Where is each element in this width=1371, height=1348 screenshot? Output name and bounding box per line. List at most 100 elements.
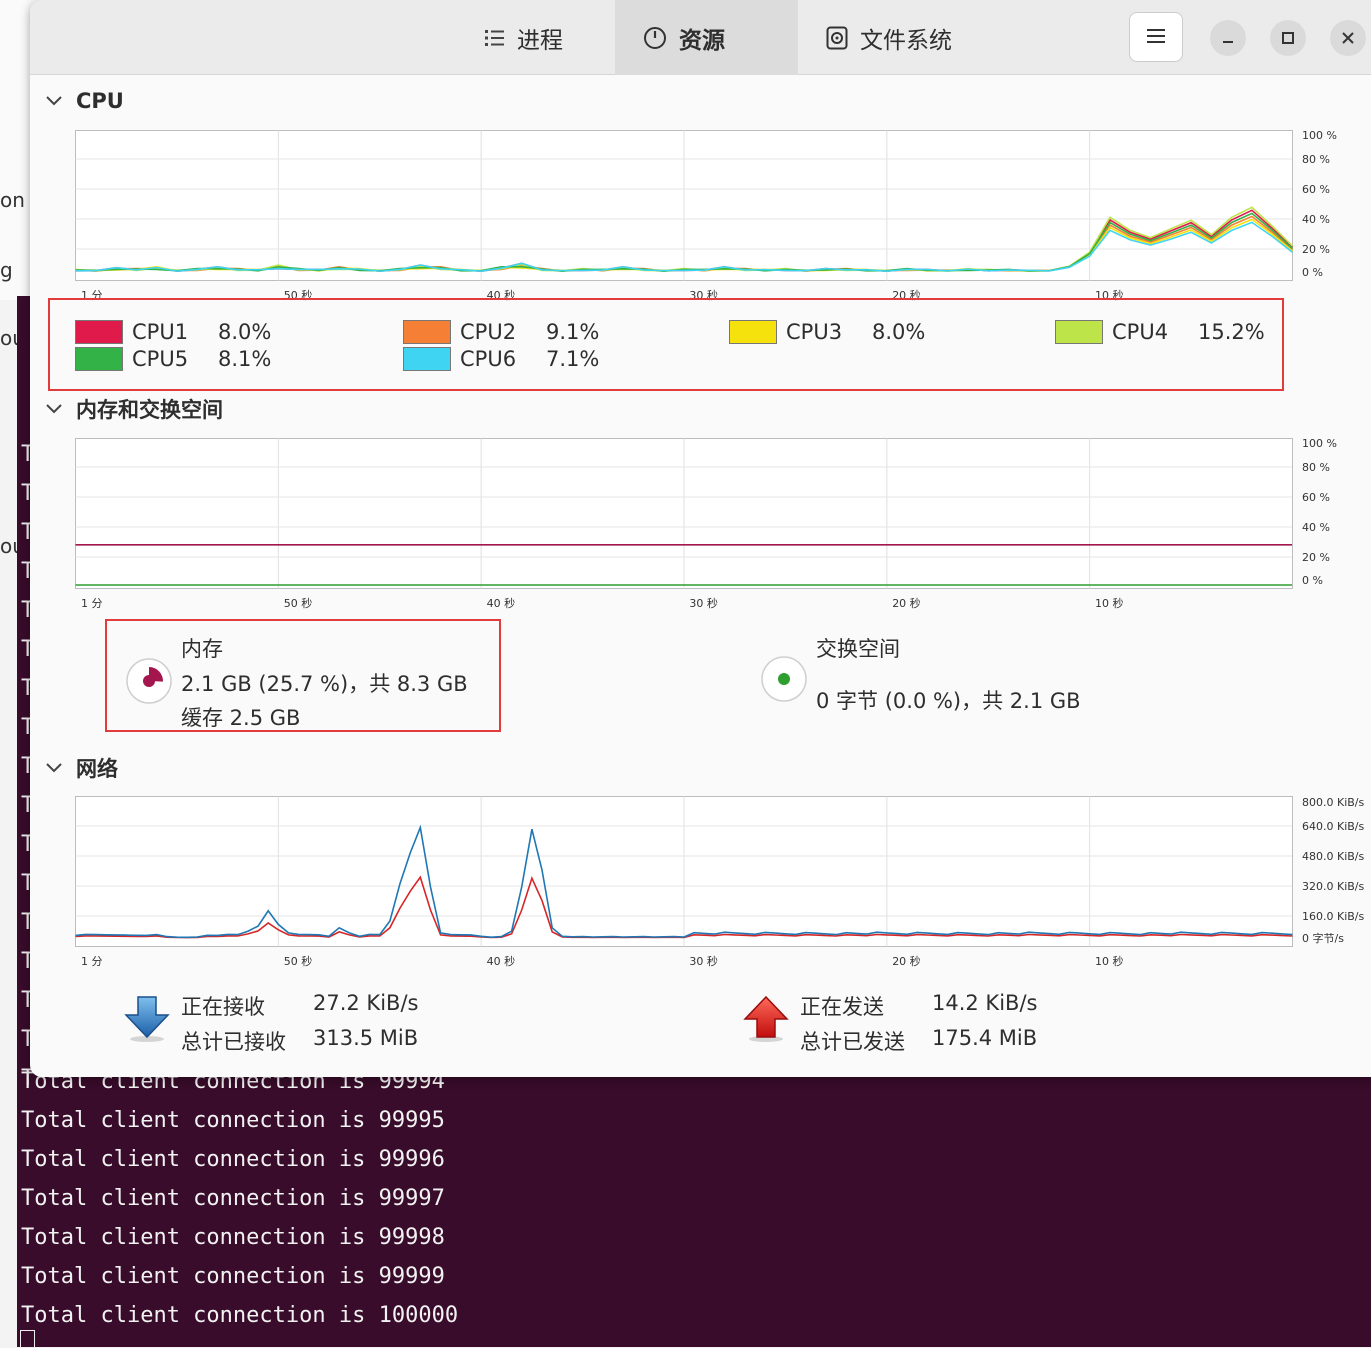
list-icon <box>485 29 505 47</box>
close-icon <box>1342 29 1354 48</box>
maximize-icon <box>1282 29 1294 48</box>
memory-pie-center <box>143 675 155 687</box>
y-tick-label: 640.0 KiB/s <box>1302 820 1365 833</box>
terminal-cursor <box>20 1330 35 1348</box>
cpu-legend: CPU1 8.0% CPU2 9.1% CPU3 8.0% CPU4 15.2% CPU5 8.1… <box>48 298 1284 391</box>
cpu-name: CPU5 <box>132 347 189 371</box>
hamburger-icon <box>1147 28 1165 47</box>
cpu-usage-value: 7.1% <box>546 347 600 371</box>
x-tick-label: 40 秒 <box>487 954 515 968</box>
cpu-legend-item: CPU1 8.0% <box>75 320 271 344</box>
cpu-usage-value: 8.0% <box>218 320 272 344</box>
color-swatch-button[interactable] <box>403 347 451 371</box>
maximize-button[interactable] <box>1270 20 1306 56</box>
memory-history-graph: 100 % 80 % 60 % 40 % 20 % 0 % 1 分 50 秒 40 秒 30 秒 2… <box>75 437 1371 613</box>
terminal-line: Total client connection is 99995 <box>21 1108 445 1133</box>
swap-pie-icon <box>760 655 808 707</box>
cpu-legend-item: CPU2 9.1% <box>403 320 599 344</box>
cpu-section-toggle[interactable]: CPU <box>46 89 124 113</box>
receiving-label: 正在接收 <box>181 995 265 1019</box>
cpu-name: CPU2 <box>460 320 517 344</box>
swap-pie-center <box>778 673 790 685</box>
network-history-graph: 800.0 KiB/s 640.0 KiB/s 480.0 KiB/s 320.0 K… <box>75 796 1371 971</box>
color-swatch-button[interactable] <box>729 320 777 344</box>
y-tick-label: 0 % <box>1302 574 1323 587</box>
x-tick-label: 10 秒 <box>1095 596 1124 610</box>
cpu-name: CPU3 <box>786 320 843 344</box>
cpu-name: CPU6 <box>460 347 517 371</box>
y-tick-label: 80 % <box>1302 461 1330 474</box>
chevron-down-icon <box>46 96 62 106</box>
x-tick-label: 50 秒 <box>284 954 313 968</box>
y-tick-label: 80 % <box>1302 153 1330 166</box>
cpu-usage-value: 15.2% <box>1198 320 1265 344</box>
cpu-name: CPU4 <box>1112 320 1169 344</box>
y-tick-label: 320.0 KiB/s <box>1302 880 1365 893</box>
cpu-legend-item: CPU4 15.2% <box>1055 320 1265 344</box>
tab-label: 资源 <box>679 27 725 54</box>
main-menu-button[interactable] <box>1129 12 1183 62</box>
receiving-value: 27.2 KiB/s <box>313 991 419 1015</box>
minimize-button[interactable] <box>1210 20 1246 56</box>
cpu-name: CPU1 <box>132 320 189 344</box>
y-tick-label: 0 字节/s <box>1302 931 1344 945</box>
y-tick-label: 100 % <box>1302 129 1337 142</box>
cpu-legend-item: CPU3 8.0% <box>729 320 925 344</box>
y-tick-label: 800.0 KiB/s <box>1302 796 1365 809</box>
upload-arrow-icon <box>743 995 789 1047</box>
close-button[interactable] <box>1330 20 1366 56</box>
cpu-usage-value: 8.0% <box>872 320 926 344</box>
x-tick-label: 30 秒 <box>689 596 718 610</box>
tab-label: 进程 <box>517 27 563 54</box>
x-tick-label: 1 分 <box>81 597 103 610</box>
x-tick-label: 50 秒 <box>284 596 313 610</box>
memory-title: 内存 <box>181 637 223 661</box>
memory-section-toggle[interactable]: 内存和交换空间 <box>46 394 223 424</box>
memory-usage: 2.1 GB (25.7 %)，共 8.3 GB <box>181 672 468 696</box>
x-tick-label: 1 分 <box>81 955 103 968</box>
tab-label: 文件系统 <box>860 27 952 54</box>
terminal-line: Total client connection is 99998 <box>21 1225 445 1250</box>
color-swatch-button[interactable] <box>1055 320 1103 344</box>
section-title: CPU <box>76 89 124 113</box>
chevron-down-icon <box>46 404 62 414</box>
y-tick-label: 40 % <box>1302 521 1330 534</box>
total-received-value: 313.5 MiB <box>313 1026 419 1050</box>
sending-label: 正在发送 <box>800 995 884 1019</box>
tab-resources[interactable]: 资源 <box>615 0 798 75</box>
chevron-down-icon <box>46 763 62 773</box>
sending-value: 14.2 KiB/s <box>932 991 1038 1015</box>
tab-processes[interactable]: 进程 <box>457 0 591 75</box>
total-sent-value: 175.4 MiB <box>932 1026 1038 1050</box>
terminal-line: Total client connection is 99996 <box>21 1147 445 1172</box>
swap-title: 交换空间 <box>816 637 900 661</box>
download-arrow-icon <box>124 995 170 1047</box>
memory-summary: 内存 2.1 GB (25.7 %)，共 8.3 GB 缓存 2.5 GB <box>105 619 501 732</box>
y-tick-label: 60 % <box>1302 491 1330 504</box>
disk-icon <box>826 26 848 50</box>
color-swatch-button[interactable] <box>75 320 123 344</box>
x-tick-label: 10 秒 <box>1095 954 1124 968</box>
cpu-legend-item: CPU5 8.1% <box>75 347 271 371</box>
y-tick-label: 480.0 KiB/s <box>1302 850 1365 863</box>
y-tick-label: 60 % <box>1302 183 1330 196</box>
color-swatch-button[interactable] <box>403 320 451 344</box>
terminal-line: Total client connection is 100000 <box>21 1303 459 1328</box>
network-section-toggle[interactable]: 网络 <box>46 753 118 783</box>
gauge-icon <box>643 26 667 50</box>
background-text-fragment: g <box>0 258 13 282</box>
total-sent-label: 总计已发送 <box>800 1030 905 1054</box>
cpu-legend-item: CPU6 7.1% <box>403 347 599 371</box>
y-tick-label: 40 % <box>1302 213 1330 226</box>
system-monitor-window: 进程 资源 文件系统 CPU 100 % 80 % 60 % 40 % 20 %… <box>30 0 1371 1077</box>
cpu-usage-value: 9.1% <box>546 320 600 344</box>
memory-pie-icon <box>125 657 173 709</box>
background-text-fragment: on <box>0 188 25 212</box>
section-title: 网络 <box>76 757 118 781</box>
cpu-history-graph: 100 % 80 % 60 % 40 % 20 % 0 % 1 分 50 秒 40 秒 30 秒2… <box>75 129 1371 305</box>
terminal-line: Total client connection is 99999 <box>21 1264 445 1289</box>
cpu-usage-value: 8.1% <box>218 347 272 371</box>
section-title: 内存和交换空间 <box>76 398 223 422</box>
color-swatch-button[interactable] <box>75 347 123 371</box>
tab-file-systems[interactable]: 文件系统 <box>798 0 980 75</box>
